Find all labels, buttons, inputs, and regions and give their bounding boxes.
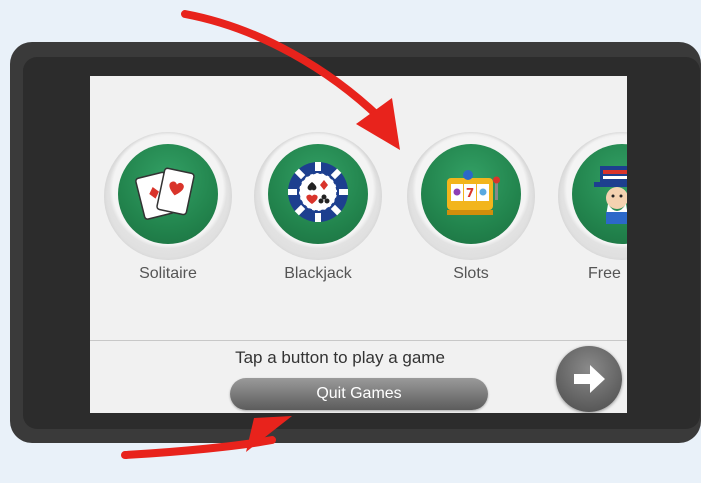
footer-divider [90, 340, 627, 341]
game-tile-slots[interactable]: 7 Slots [407, 132, 537, 282]
svg-text:7: 7 [466, 186, 474, 200]
arrow-right-icon [574, 365, 605, 393]
game-label-solitaire: Solitaire [139, 265, 197, 282]
poker-chip-icon [288, 162, 348, 222]
instruction-text: Tap a button to play a game [235, 348, 445, 367]
game-label-slots: Slots [453, 265, 489, 282]
slot-machine-icon: 7 [447, 170, 500, 215]
game-tile-free[interactable]: Free [558, 132, 627, 282]
game-tile-solitaire[interactable]: Solitaire [104, 132, 234, 282]
game-screen: Solitaire Blackjack 7 Slots Free Tap a b… [90, 76, 627, 413]
game-label-free: Free [588, 265, 621, 282]
tile-button-solitaire[interactable] [118, 144, 218, 244]
playing-cards-icon [135, 167, 195, 220]
tile-button-slots[interactable]: 7 [421, 144, 521, 244]
quit-games-button[interactable]: Quit Games [230, 378, 488, 410]
game-tile-blackjack[interactable]: Blackjack [254, 132, 384, 282]
uncle-sam-icon [594, 166, 627, 224]
game-label-blackjack: Blackjack [284, 265, 352, 282]
tile-button-blackjack[interactable] [268, 144, 368, 244]
next-page-button[interactable] [556, 346, 622, 412]
tile-button-free[interactable] [572, 144, 627, 244]
